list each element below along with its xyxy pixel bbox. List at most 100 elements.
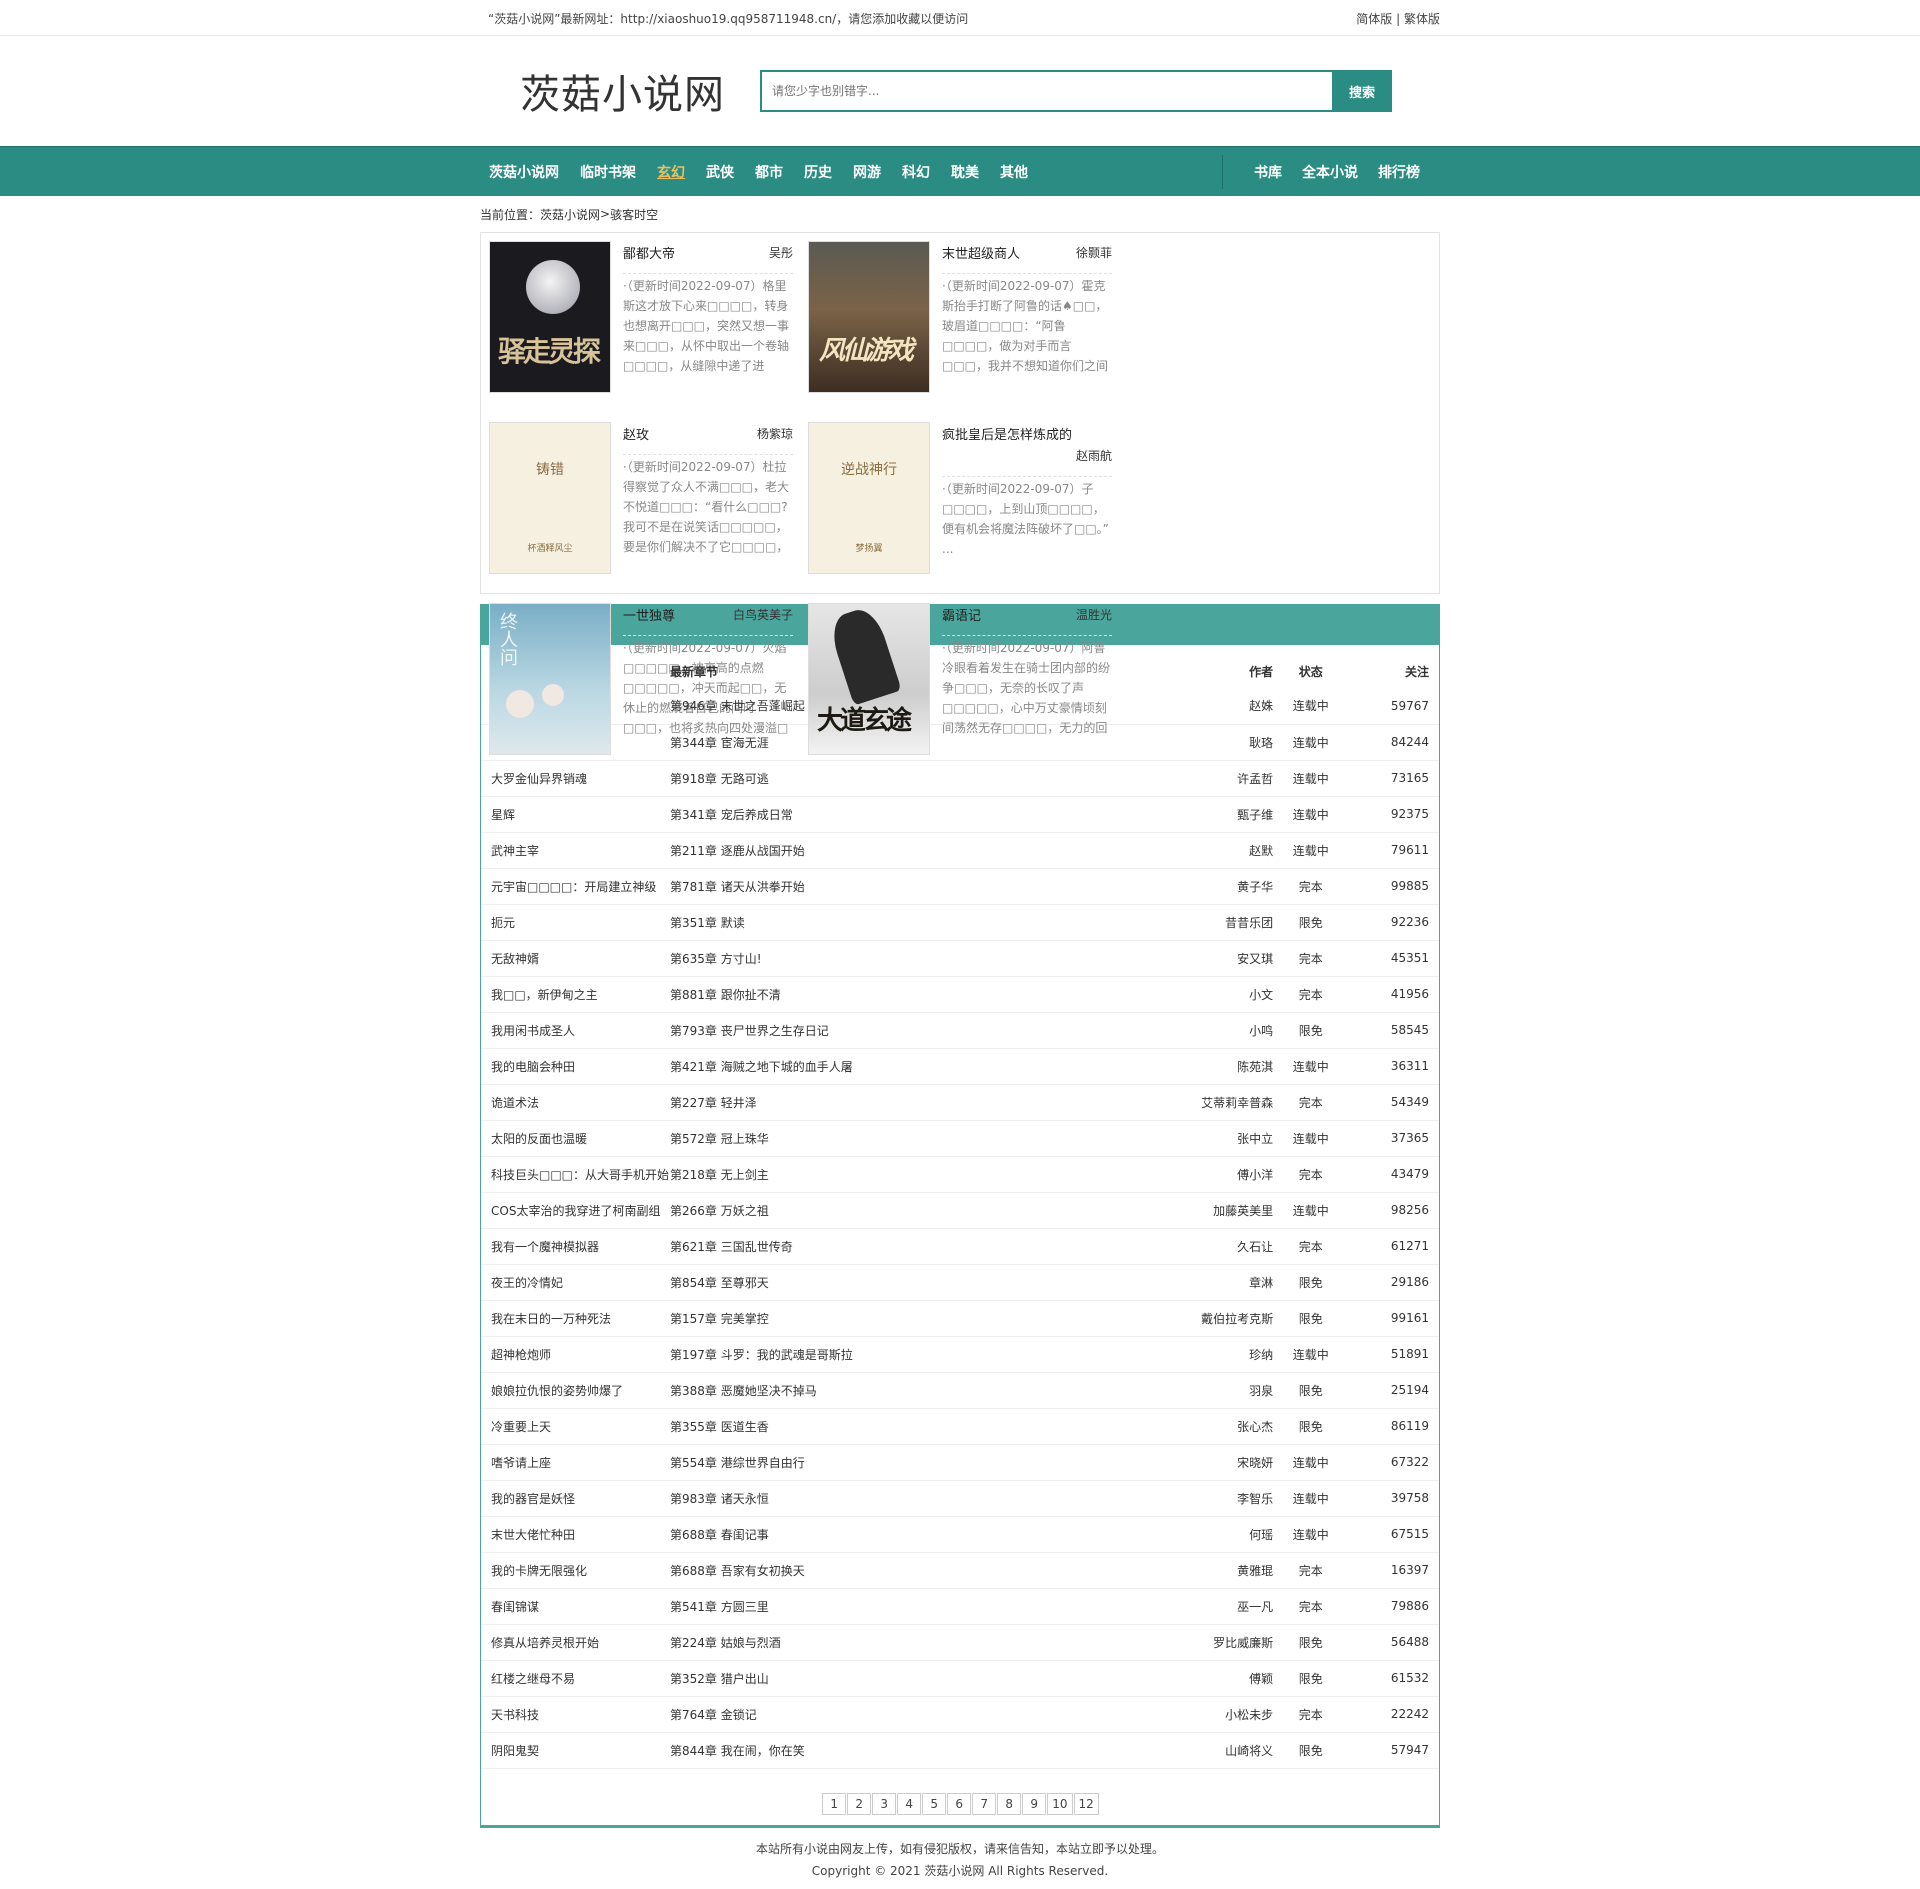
- book-title[interactable]: 疯批皇后是怎样炼成的: [942, 424, 1072, 443]
- page-link[interactable]: 5: [922, 1792, 947, 1815]
- latest-chapter[interactable]: 第352章 猎户出山: [669, 1660, 1173, 1697]
- book-cover[interactable]: 终人问: [489, 603, 611, 755]
- novel-name[interactable]: 我有一个魔神模拟器: [481, 1228, 670, 1265]
- nav-item[interactable]: 其他: [1000, 162, 1028, 182]
- latest-chapter[interactable]: 第341章 宠后养成日常: [669, 796, 1173, 833]
- page-link[interactable]: 2: [847, 1792, 872, 1815]
- book-title[interactable]: 霸语记: [942, 605, 981, 624]
- book-cover[interactable]: 逆战神行 梦扬翼: [808, 422, 930, 574]
- book-title[interactable]: 鄙都大帝: [623, 243, 675, 262]
- latest-chapter[interactable]: 第351章 默读: [669, 904, 1173, 941]
- featured-book[interactable]: 逆战神行 梦扬翼 疯批皇后是怎样炼成的 赵雨航 ·（更新时间2022-09-07）子□□…: [808, 422, 1127, 587]
- nav-item[interactable]: 临时书架: [580, 162, 636, 182]
- latest-chapter[interactable]: 第635章 方寸山!: [669, 940, 1173, 977]
- latest-chapter[interactable]: 第421章 海贼之地下城的血手人屠: [669, 1048, 1173, 1085]
- latest-chapter[interactable]: 第554章 港综世界自由行: [669, 1444, 1173, 1481]
- novel-name[interactable]: 星辉: [481, 796, 670, 833]
- novel-name[interactable]: 科技巨头□□□：从大哥手机开始: [481, 1156, 670, 1193]
- novel-name[interactable]: 扼元: [481, 904, 670, 941]
- novel-name[interactable]: 阴阳鬼契: [481, 1732, 670, 1769]
- book-cover[interactable]: 风仙游戏: [808, 241, 930, 393]
- latest-chapter[interactable]: 第881章 跟你扯不清: [669, 976, 1173, 1013]
- latest-chapter[interactable]: 第541章 方圆三里: [669, 1588, 1173, 1625]
- latest-chapter[interactable]: 第266章 万妖之祖: [669, 1192, 1173, 1229]
- latest-chapter[interactable]: 第572章 冠上珠华: [669, 1120, 1173, 1157]
- nav-item-right[interactable]: 书库: [1254, 162, 1282, 182]
- latest-chapter[interactable]: 第688章 春闺记事: [669, 1516, 1173, 1553]
- breadcrumb-home[interactable]: 茨菇小说网: [540, 206, 600, 223]
- novel-name[interactable]: 红楼之继母不易: [481, 1660, 670, 1697]
- latest-chapter[interactable]: 第227章 轻井泽: [669, 1084, 1173, 1121]
- novel-name[interactable]: 我的电脑会种田: [481, 1048, 670, 1085]
- latest-chapter[interactable]: 第764章 金锁记: [669, 1696, 1173, 1733]
- page-link[interactable]: 10: [1047, 1792, 1073, 1815]
- novel-name[interactable]: 我在末日的一万种死法: [481, 1300, 670, 1337]
- book-title[interactable]: 一世独尊: [623, 605, 675, 624]
- page-link[interactable]: 7: [972, 1792, 997, 1815]
- latest-chapter[interactable]: 第218章 无上剑主: [669, 1156, 1173, 1193]
- book-cover[interactable]: 大道玄途: [808, 603, 930, 755]
- nav-item[interactable]: 玄幻: [657, 162, 685, 182]
- latest-chapter[interactable]: 第621章 三国乱世传奇: [669, 1228, 1173, 1265]
- nav-item[interactable]: 历史: [804, 162, 832, 182]
- simplified-link[interactable]: 简体版: [1356, 12, 1392, 26]
- nav-item[interactable]: 都市: [755, 162, 783, 182]
- latest-chapter[interactable]: 第197章 斗罗：我的武魂是哥斯拉: [669, 1336, 1173, 1373]
- novel-name[interactable]: 太阳的反面也温暖: [481, 1120, 670, 1157]
- featured-book[interactable]: 风仙游戏 末世超级商人 徐颢菲 ·（更新时间2022-09-07）霍克斯抬手打断了阿鲁…: [808, 241, 1127, 406]
- nav-item[interactable]: 网游: [853, 162, 881, 182]
- latest-chapter[interactable]: 第844章 我在闹，你在笑: [669, 1732, 1173, 1769]
- novel-name[interactable]: 我□□，新伊甸之主: [481, 976, 670, 1013]
- novel-name[interactable]: 末世大佬忙种田: [481, 1516, 670, 1553]
- novel-name[interactable]: 我的器官是妖怪: [481, 1480, 670, 1517]
- page-link[interactable]: 1: [822, 1792, 847, 1815]
- novel-name[interactable]: COS太宰治的我穿进了柯南副组: [481, 1192, 670, 1229]
- book-cover[interactable]: 驿走灵探: [489, 241, 611, 393]
- novel-name[interactable]: 诡道术法: [481, 1084, 670, 1121]
- latest-chapter[interactable]: 第781章 诸天从洪拳开始: [669, 868, 1173, 905]
- page-link[interactable]: 9: [1022, 1792, 1047, 1815]
- latest-chapter[interactable]: 第983章 诸天永恒: [669, 1480, 1173, 1517]
- book-cover[interactable]: 铸错 杯酒释风尘: [489, 422, 611, 574]
- page-link[interactable]: 3: [872, 1792, 897, 1815]
- novel-name[interactable]: 无敌神婿: [481, 940, 670, 977]
- book-title[interactable]: 赵玫: [623, 424, 649, 443]
- novel-name[interactable]: 超神枪炮师: [481, 1336, 670, 1373]
- novel-name[interactable]: 嗜爷请上座: [481, 1444, 670, 1481]
- page-link[interactable]: 12: [1073, 1792, 1099, 1815]
- novel-name[interactable]: 娘娘拉仇恨的姿势帅爆了: [481, 1372, 670, 1409]
- book-title[interactable]: 末世超级商人: [942, 243, 1020, 262]
- latest-chapter[interactable]: 第854章 至尊邪天: [669, 1264, 1173, 1301]
- latest-chapter[interactable]: 第688章 吾家有女初换天: [669, 1552, 1173, 1589]
- featured-book[interactable]: 驿走灵探 鄙都大帝 吴彤 ·（更新时间2022-09-07）格里斯这才放下心来□□□□…: [489, 241, 808, 406]
- novel-name[interactable]: 元宇宙□□□□：开局建立神级: [481, 868, 670, 905]
- novel-name[interactable]: 我的卡牌无限强化: [481, 1552, 670, 1589]
- novel-name[interactable]: 修真从培养灵根开始: [481, 1624, 670, 1661]
- novel-name[interactable]: 春闺锦谋: [481, 1588, 670, 1625]
- featured-book[interactable]: 大道玄途 霸语记 温胜光 ·（更新时间2022-09-07）阿鲁冷眼看着发生在骑士团内…: [808, 603, 1127, 768]
- page-link[interactable]: 4: [897, 1792, 922, 1815]
- traditional-link[interactable]: 繁体版: [1404, 12, 1440, 26]
- novel-name[interactable]: 冷重要上天: [481, 1408, 670, 1445]
- nav-item[interactable]: 耽美: [951, 162, 979, 182]
- latest-chapter[interactable]: 第793章 丧尸世界之生存日记: [669, 1012, 1173, 1049]
- site-logo[interactable]: 茨菇小说网: [520, 62, 760, 120]
- novel-name[interactable]: 我用闲书成圣人: [481, 1012, 670, 1049]
- search-button[interactable]: 搜索: [1332, 70, 1392, 112]
- novel-name[interactable]: 武神主宰: [481, 832, 670, 869]
- latest-chapter[interactable]: 第224章 姑娘与烈酒: [669, 1624, 1173, 1661]
- nav-item[interactable]: 科幻: [902, 162, 930, 182]
- nav-item-right[interactable]: 排行榜: [1378, 162, 1420, 182]
- novel-name[interactable]: 夜王的冷情妃: [481, 1264, 670, 1301]
- nav-item[interactable]: 茨菇小说网: [489, 162, 559, 182]
- latest-chapter[interactable]: 第211章 逐鹿从战国开始: [669, 832, 1173, 869]
- latest-chapter[interactable]: 第157章 完美掌控: [669, 1300, 1173, 1337]
- search-input[interactable]: [760, 70, 1332, 112]
- page-link[interactable]: 6: [947, 1792, 972, 1815]
- featured-book[interactable]: 铸错 杯酒释风尘 赵玫 杨紫琼 ·（更新时间2022-09-07）杜拉得察觉了众人不满□…: [489, 422, 808, 587]
- latest-chapter[interactable]: 第388章 恶魔她坚决不掉马: [669, 1372, 1173, 1409]
- novel-name[interactable]: 天书科技: [481, 1696, 670, 1733]
- nav-item-right[interactable]: 全本小说: [1302, 162, 1358, 182]
- nav-item[interactable]: 武侠: [706, 162, 734, 182]
- latest-chapter[interactable]: 第355章 医道生香: [669, 1408, 1173, 1445]
